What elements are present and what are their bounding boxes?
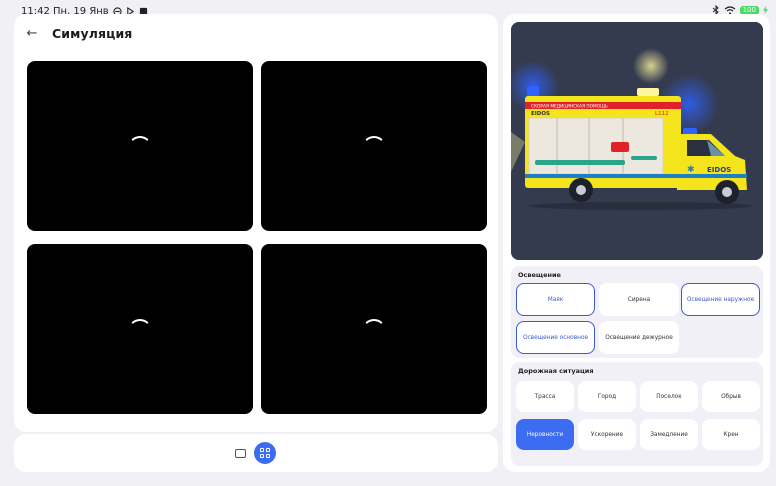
road-village-button[interactable]: Поселок — [640, 381, 698, 412]
lighting-standby-button[interactable]: Освещение дежурное — [599, 321, 679, 354]
loading-spinner-icon — [362, 136, 386, 160]
road-highway-button[interactable]: Трасса — [516, 381, 574, 412]
lighting-siren-button[interactable]: Сирена — [599, 283, 679, 316]
ambulance-unit-text: L112 — [655, 111, 669, 117]
video-tile-4[interactable] — [261, 244, 487, 414]
charging-icon — [763, 6, 768, 14]
view-mode-bar — [14, 434, 498, 472]
loading-spinner-icon — [128, 136, 152, 160]
left-beacon — [527, 86, 539, 96]
ambulance-stripe-text: СКОРАЯ МЕДИЦИНСКАЯ ПОМОЩЬ — [531, 104, 608, 110]
lighting-section-title: Освещение — [518, 271, 561, 279]
road-tilt-button[interactable]: Крен — [702, 419, 760, 450]
single-view-button[interactable] — [229, 442, 251, 464]
road-bumps-button[interactable]: Неровности — [516, 419, 574, 450]
ambulance-illustration: СКОРАЯ МЕДИЦИНСКАЯ ПОМОЩЬ L112 EIDOS EID… — [511, 22, 763, 260]
lighting-beacon-button[interactable]: Маяк — [516, 283, 595, 316]
medical-kit — [611, 142, 629, 152]
lighting-section: Освещение Маяк Сирена Освещение наружное… — [511, 266, 763, 358]
page-header: ← Симуляция — [24, 26, 133, 41]
loading-spinner-icon — [128, 319, 152, 343]
ambulance-scene: СКОРАЯ МЕДИЦИНСКАЯ ПОМОЩЬ L112 EIDOS EID… — [511, 22, 763, 260]
road-cliff-button[interactable]: Обрыв — [702, 381, 760, 412]
page-title: Симуляция — [52, 26, 133, 41]
video-tile-3[interactable] — [27, 244, 253, 414]
road-deceleration-button[interactable]: Замедление — [640, 419, 698, 450]
grid-view-icon — [260, 448, 270, 458]
stretcher — [535, 160, 625, 165]
road-section-title: Дорожная ситуация — [518, 367, 594, 375]
roof-light-glow — [633, 48, 669, 84]
road-situation-section: Дорожная ситуация Трасса Город Поселок О… — [511, 362, 763, 466]
lighting-main-button[interactable]: Освещение основное — [516, 321, 595, 354]
road-city-button[interactable]: Город — [578, 381, 636, 412]
back-arrow-icon[interactable]: ← — [24, 26, 40, 41]
single-view-icon — [234, 448, 246, 458]
control-panel: СКОРАЯ МЕДИЦИНСКАЯ ПОМОЩЬ L112 EIDOS EID… — [503, 14, 770, 472]
ambulance-brand-text: EIDOS — [531, 111, 550, 117]
video-tile-2[interactable] — [261, 61, 487, 231]
camera-grid-panel: ← Симуляция — [14, 14, 498, 432]
loading-spinner-icon — [362, 319, 386, 343]
ambulance-brand-side-text: EIDOS — [707, 166, 731, 174]
grid-view-button[interactable] — [254, 442, 276, 464]
roof-light — [637, 88, 659, 96]
video-tile-1[interactable] — [27, 61, 253, 231]
lighting-exterior-button[interactable]: Освещение наружное — [681, 283, 760, 316]
star-of-life-icon: ✱ — [687, 165, 695, 175]
road-acceleration-button[interactable]: Ускорение — [578, 419, 636, 450]
ambulance-interior — [528, 117, 664, 175]
